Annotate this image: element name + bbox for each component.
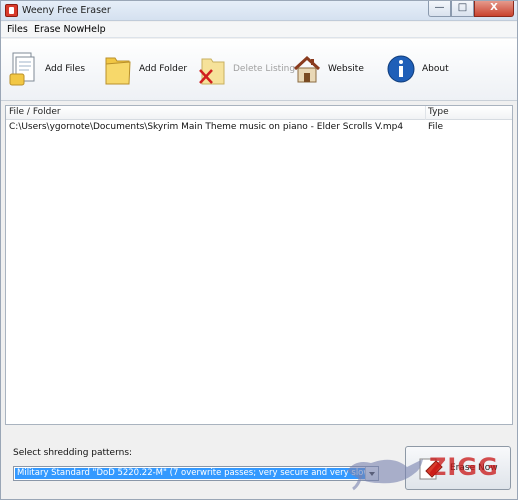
website-label: Website <box>328 64 364 74</box>
file-path-cell: C:\Users\ygornote\Documents\Skyrim Main … <box>9 122 404 132</box>
info-icon <box>386 50 416 88</box>
shredding-pattern-value: Military Standard "DoD 5220.22-M" (7 ove… <box>15 468 376 479</box>
column-header-type[interactable]: Type <box>428 107 449 117</box>
add-files-label: Add Files <box>45 64 86 74</box>
delete-listing-label: Delete Listing <box>233 64 296 74</box>
caption-buttons: — □ X <box>428 1 514 19</box>
window-title: Weeny Free Eraser <box>22 5 111 16</box>
file-list[interactable]: File / Folder Type C:\Users\ygornote\Doc… <box>5 105 513 425</box>
menu-erase-now[interactable]: Erase Now <box>34 24 84 35</box>
list-item[interactable]: C:\Users\ygornote\Documents\Skyrim Main … <box>6 121 512 134</box>
add-folder-button[interactable]: Add Folder <box>103 47 187 91</box>
toolbar: Add Files Add Folder Delete Listing Webs… <box>1 39 517 101</box>
folder-icon <box>103 50 133 88</box>
maximize-button[interactable]: □ <box>451 1 474 17</box>
add-files-icon <box>9 50 39 88</box>
house-icon <box>292 50 322 88</box>
about-label: About <box>422 64 449 74</box>
add-folder-label: Add Folder <box>139 64 188 74</box>
menu-bar: Files Erase Now Help <box>1 22 517 38</box>
list-header: File / Folder Type <box>6 106 512 120</box>
shredding-pattern-label: Select shredding patterns: <box>13 448 133 458</box>
app-window: Weeny Free Eraser — □ X Files Erase Now … <box>0 0 518 500</box>
chevron-down-icon[interactable] <box>365 467 378 480</box>
column-separator[interactable] <box>425 106 426 120</box>
delete-listing-button[interactable]: Delete Listing <box>197 47 295 91</box>
menu-help[interactable]: Help <box>84 24 106 35</box>
app-eraser-icon <box>5 4 18 17</box>
minimize-button[interactable]: — <box>428 1 451 17</box>
close-button[interactable]: X <box>474 1 514 17</box>
title-bar[interactable]: Weeny Free Eraser — □ X <box>1 1 517 21</box>
menu-files[interactable]: Files <box>7 24 28 35</box>
shredding-pattern-select[interactable]: Military Standard "DoD 5220.22-M" (7 ove… <box>13 466 379 481</box>
about-button[interactable]: About <box>386 47 449 91</box>
website-button[interactable]: Website <box>292 47 364 91</box>
add-files-button[interactable]: Add Files <box>9 47 85 91</box>
watermark-text: ZIGG <box>429 453 499 481</box>
delete-listing-icon <box>197 50 227 88</box>
column-header-file-folder[interactable]: File / Folder <box>9 107 61 117</box>
file-type-cell: File <box>428 122 444 132</box>
